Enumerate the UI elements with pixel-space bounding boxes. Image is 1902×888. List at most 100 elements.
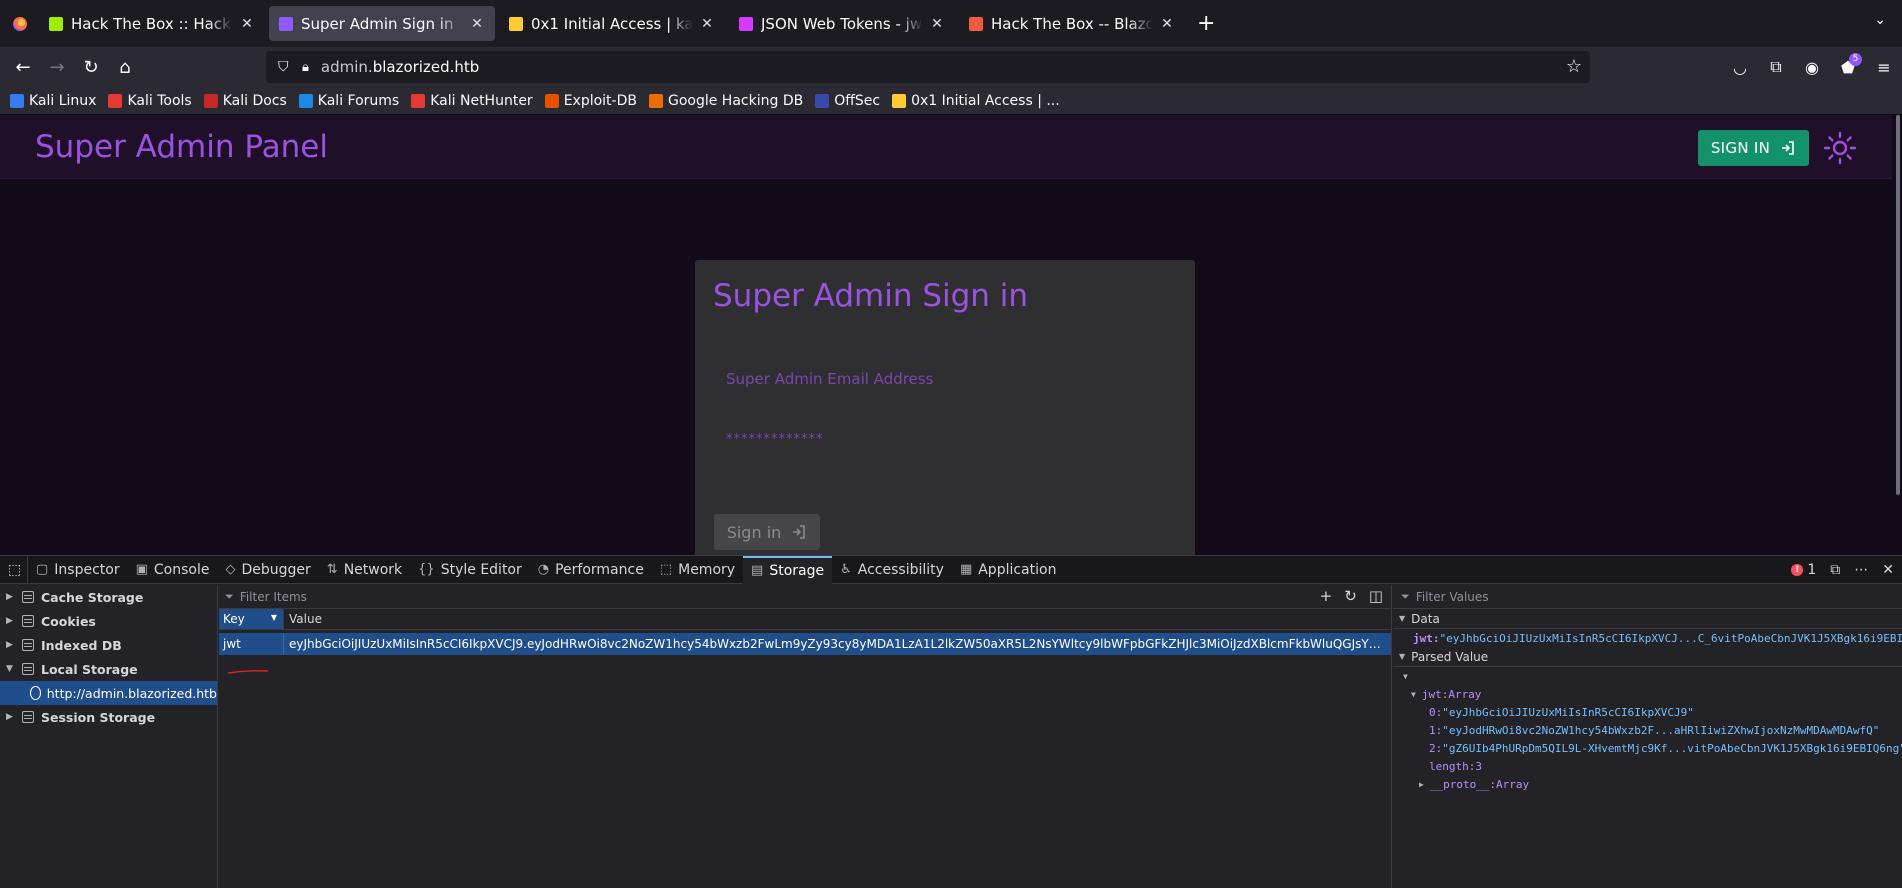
filter-values-input[interactable]: ⏷Filter Values	[1393, 585, 1902, 609]
devtools-tab-performance[interactable]: ◔Performance	[530, 556, 652, 584]
dock-icon[interactable]: ⧉	[1830, 562, 1840, 578]
firefox-icon[interactable]	[13, 17, 27, 31]
tab-close-icon[interactable]: ✕	[699, 16, 715, 32]
devtools-tab-inspector[interactable]: ▢Inspector	[28, 556, 128, 584]
bookmark-item[interactable]: Kali Docs	[204, 93, 287, 109]
navigation-toolbar: ← → ↻ ⌂ ⛉ 🔒︎ admin.blazorized.htb ☆ ◡ ⧉ …	[0, 47, 1902, 87]
toggle-sidebar-icon[interactable]: ◫	[1369, 587, 1383, 605]
bookmark-item[interactable]: Kali Forums	[299, 93, 399, 109]
bookmark-item[interactable]: OffSec	[815, 93, 880, 109]
bookmark-star-icon[interactable]: ☆	[1566, 56, 1582, 77]
browser-tab[interactable]: Hack The Box :: Hack The✕	[39, 6, 265, 41]
close-devtools-icon[interactable]: ✕	[1882, 562, 1894, 578]
url-domain: blazorized.htb	[373, 58, 480, 76]
devtools-tab-label: Application	[978, 562, 1056, 578]
tree-session-storage[interactable]: ▶Session Storage	[0, 705, 217, 729]
bookmark-label: 0x1 Initial Access | ...	[911, 93, 1060, 109]
element-picker-icon[interactable]: ⬚	[2, 556, 28, 584]
tab-close-icon[interactable]: ✕	[239, 16, 255, 32]
url-bar[interactable]: ⛉ 🔒︎ admin.blazorized.htb ☆	[266, 51, 1590, 83]
browser-tab[interactable]: Hack The Box -- Blazoriz✕	[959, 6, 1185, 41]
devtools-tab-label: Memory	[678, 562, 735, 578]
filter-items-input[interactable]: ⏷ Filter Items + ↻ ◫	[219, 585, 1391, 609]
shield-extension-icon[interactable]: ⬟5	[1830, 52, 1866, 82]
parsed-item-index: 0:	[1429, 706, 1442, 719]
bookmark-item[interactable]: Kali Linux	[10, 93, 96, 109]
devtools-tab-memory[interactable]: ⬚Memory	[652, 556, 743, 584]
more-options-icon[interactable]: ⋯	[1854, 562, 1868, 578]
devtools-tab-network[interactable]: ⇅Network	[319, 556, 410, 584]
parsed-section-header[interactable]: ▼Parsed Value	[1393, 647, 1902, 667]
database-icon	[22, 615, 34, 627]
bookmark-label: Kali Forums	[318, 93, 399, 109]
column-header-key[interactable]: Key▼	[219, 609, 283, 629]
chevron-down-icon[interactable]: ⌄	[1874, 12, 1886, 28]
tree-cache-storage[interactable]: ▶Cache Storage	[0, 585, 217, 609]
devtools-tab-debugger[interactable]: ◇Debugger	[217, 556, 318, 584]
refresh-icon[interactable]: ↻	[1344, 587, 1357, 605]
tab-close-icon[interactable]: ✕	[929, 16, 945, 32]
sun-icon[interactable]	[1822, 130, 1858, 166]
back-button[interactable]: ←	[6, 52, 40, 82]
filter-items-placeholder: Filter Items	[240, 590, 307, 604]
home-button[interactable]: ⌂	[108, 52, 142, 82]
tab-favicon-icon	[279, 17, 293, 31]
data-section-header[interactable]: ▼Data	[1393, 609, 1902, 629]
browser-tab[interactable]: JSON Web Tokens - jwt.io✕	[729, 6, 955, 41]
lock-icon[interactable]: 🔒︎	[302, 60, 309, 75]
tree-indexed-db[interactable]: ▶Indexed DB	[0, 633, 217, 657]
filter-values-placeholder: Filter Values	[1416, 590, 1489, 604]
tab-close-icon[interactable]: ✕	[469, 16, 485, 32]
tree-local-origin[interactable]: http://admin.blazorized.htb	[0, 681, 217, 705]
reload-button[interactable]: ↻	[74, 52, 108, 82]
table-row[interactable]: jwt eyJhbGciOiJIUzUxMiIsInR5cCI6IkpXVCJ9…	[219, 633, 1391, 655]
parsed-array-item[interactable]: 2:"gZ6UIb4PhURpDm5QIL9L-XHvemtMjc9Kf...v…	[1393, 739, 1902, 757]
data-entry[interactable]: jwt:"eyJhbGciOiJIUzUxMiIsInR5cCI6IkpXVCJ…	[1393, 629, 1902, 647]
parsed-array-label: jwt:Array	[1422, 688, 1482, 701]
error-count-badge[interactable]: !1	[1791, 562, 1816, 578]
forward-button[interactable]: →	[40, 52, 74, 82]
browser-tab[interactable]: Super Admin Sign in✕	[269, 6, 495, 41]
parsed-array-item[interactable]: 0:"eyJhbGciOiJIUzUxMiIsInR5cCI6IkpXVCJ9"	[1393, 703, 1902, 721]
pocket-icon[interactable]: ◡	[1722, 52, 1758, 82]
devtools-tab-storage[interactable]: ▤Storage	[743, 556, 832, 584]
devtools-tab-application[interactable]: ▦Application	[952, 556, 1065, 584]
tab-close-icon[interactable]: ✕	[1159, 16, 1175, 32]
bookmark-item[interactable]: Exploit-DB	[545, 93, 637, 109]
app-title[interactable]: Super Admin Panel	[35, 129, 328, 165]
parsed-proto-node[interactable]: ▶__proto__:Array	[1393, 775, 1902, 793]
scrollbar-thumb[interactable]	[1896, 115, 1900, 495]
row-key[interactable]: jwt	[219, 633, 283, 655]
tree-cookies[interactable]: ▶Cookies	[0, 609, 217, 633]
devtools-tab-label: Accessibility	[858, 562, 944, 578]
parsed-root-toggle[interactable]: ▼	[1393, 667, 1902, 685]
devtools-tab-console[interactable]: ▣Console	[128, 556, 218, 584]
devtools-tab-style-editor[interactable]: {}Style Editor	[410, 556, 530, 584]
browser-tab[interactable]: 0x1 Initial Access | katop✕	[499, 6, 725, 41]
tree-local-storage[interactable]: ▼Local Storage	[0, 657, 217, 681]
bookmark-label: Kali Tools	[127, 93, 191, 109]
column-header-value[interactable]: Value	[283, 609, 1391, 629]
devtools-tab-accessibility[interactable]: ♿Accessibility	[832, 556, 952, 584]
sign-in-button[interactable]: Sign in	[714, 514, 820, 550]
add-item-icon[interactable]: +	[1320, 587, 1333, 605]
new-tab-button[interactable]: +	[1197, 11, 1215, 36]
bookmark-item[interactable]: Kali NetHunter	[411, 93, 532, 109]
bookmark-favicon-icon	[649, 94, 663, 108]
email-field[interactable]: Super Admin Email Address	[726, 370, 933, 388]
bookmark-item[interactable]: Google Hacking DB	[649, 93, 803, 109]
bookmark-item[interactable]: Kali Tools	[108, 93, 191, 109]
header-sign-in-button[interactable]: SIGN IN	[1698, 130, 1809, 166]
foxyproxy-icon[interactable]: ◉	[1794, 52, 1830, 82]
page-scrollbar[interactable]	[1892, 115, 1902, 555]
table-header: Key▼ Value	[219, 609, 1391, 630]
row-value[interactable]: eyJhbGciOiJIUzUxMiIsInR5cCI6IkpXVCJ9.eyJ…	[283, 633, 1391, 655]
parsed-array-item[interactable]: 1:"eyJodHRwOi8vc2NoZW1hcy54bWxzb2F...aHR…	[1393, 721, 1902, 739]
parsed-array-node[interactable]: ▼jwt:Array	[1393, 685, 1902, 703]
bookmark-item[interactable]: 0x1 Initial Access | ...	[892, 93, 1060, 109]
extensions-icon[interactable]: ⧉	[1758, 52, 1794, 82]
password-field[interactable]: *************	[726, 432, 824, 447]
shield-icon[interactable]: ⛉	[278, 59, 292, 75]
bookmark-favicon-icon	[10, 94, 24, 108]
menu-icon[interactable]: ≡	[1866, 52, 1902, 82]
